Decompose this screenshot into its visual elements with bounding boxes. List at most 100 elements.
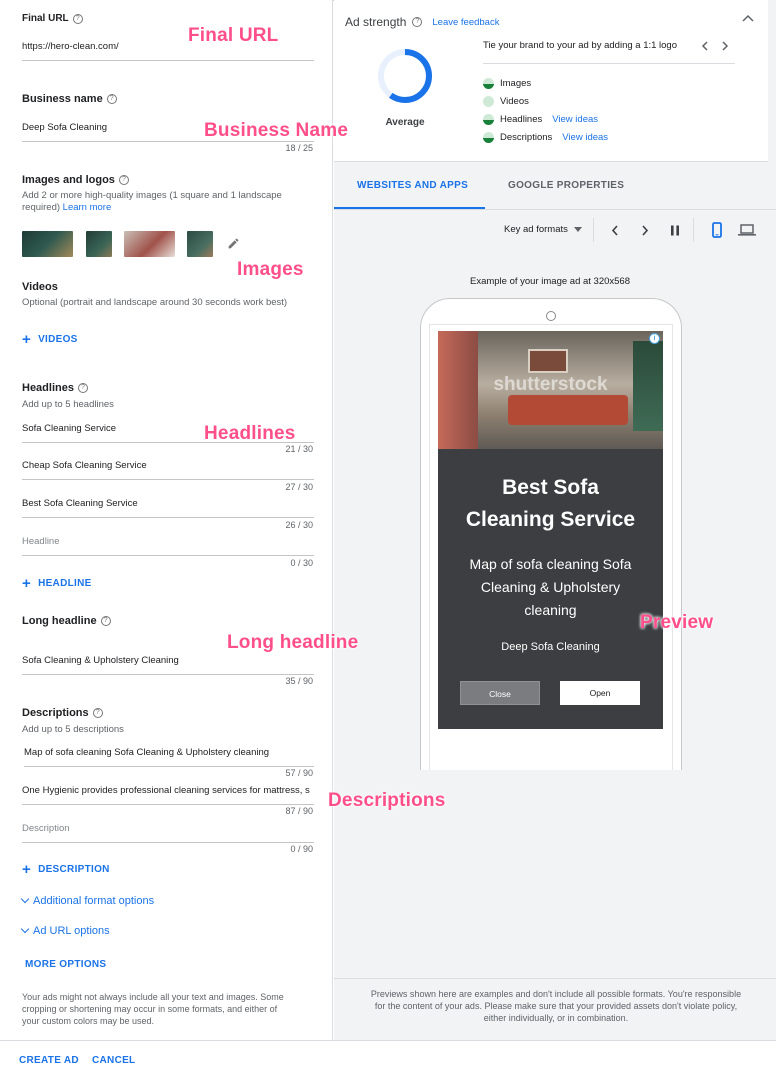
help-icon[interactable]: ?: [118, 175, 129, 185]
sofa: [508, 395, 628, 425]
divider: [334, 978, 776, 979]
ad-strength-header: Ad strength ? Leave feedback: [345, 15, 500, 29]
strength-item-images: Images: [483, 78, 531, 89]
image-ad-preview: shutterstock i Best Sofa Cleaning Servic…: [438, 331, 663, 729]
tab-google-properties[interactable]: GOOGLE PROPERTIES: [508, 180, 624, 191]
key-ad-formats-select[interactable]: Key ad formats: [504, 224, 582, 235]
ad-strength-ring: [378, 49, 432, 103]
annotation-images: Images: [237, 259, 304, 280]
chevron-down-icon: [20, 894, 30, 904]
status-dot-icon: [483, 114, 494, 125]
divider: [483, 63, 735, 64]
active-tab-indicator: [334, 207, 485, 209]
preview-pane: Ad strength ? Leave feedback Average Tie…: [334, 0, 776, 1040]
desktop-device-icon[interactable]: [738, 224, 756, 236]
status-dot-icon: [483, 78, 494, 89]
ad-open-button[interactable]: Open: [560, 681, 640, 705]
description-input-1[interactable]: Map of sofa cleaning Sofa Cleaning & Uph…: [24, 747, 314, 767]
help-icon[interactable]: ?: [100, 616, 111, 626]
strength-item-videos: Videos: [483, 96, 529, 107]
dropdown-arrow-icon: [573, 227, 582, 232]
image-thumbnail[interactable]: [124, 231, 175, 257]
help-icon[interactable]: ?: [106, 94, 117, 104]
help-icon[interactable]: ?: [72, 13, 83, 24]
chevron-down-icon: [20, 924, 30, 934]
preview-caption: Example of your image ad at 320x568: [469, 276, 630, 287]
more-options-button[interactable]: MORE OPTIONS: [25, 959, 106, 970]
view-ideas-link[interactable]: View ideas: [562, 132, 608, 143]
create-ad-button[interactable]: CREATE AD: [19, 1055, 79, 1066]
leave-feedback-link[interactable]: Leave feedback: [432, 17, 499, 28]
description-counter: 87 / 90: [285, 806, 313, 816]
headline-counter: 26 / 30: [285, 520, 313, 530]
watermark-text: shutterstock: [493, 374, 608, 395]
pause-icon[interactable]: [670, 225, 680, 236]
long-headline-label: Long headline ?: [22, 615, 111, 627]
annotation-descriptions: Descriptions: [328, 790, 446, 811]
headline-counter: 27 / 30: [285, 482, 313, 492]
ad-url-options-toggle[interactable]: Ad URL options: [20, 924, 110, 937]
long-headline-input[interactable]: Sofa Cleaning & Upholstery Cleaning: [22, 655, 314, 675]
description-input-empty[interactable]: Description: [22, 823, 314, 843]
toolbar-divider: [693, 218, 694, 242]
annotation-preview: Preview: [640, 612, 714, 633]
edit-pencil-icon[interactable]: [227, 237, 240, 250]
description-counter: 0 / 90: [290, 844, 313, 854]
ad-close-button[interactable]: Close: [460, 681, 540, 705]
headline-input-3[interactable]: Best Sofa Cleaning Service: [22, 498, 314, 518]
descriptions-hint: Add up to 5 descriptions: [22, 724, 124, 735]
description-input-2[interactable]: One Hygienic provides professional clean…: [22, 785, 314, 805]
previous-icon[interactable]: [611, 225, 619, 236]
add-description-button[interactable]: + DESCRIPTION: [22, 860, 110, 878]
headline-input-2[interactable]: Cheap Sofa Cleaning Service: [22, 460, 314, 480]
business-name-counter: 18 / 25: [285, 143, 313, 153]
description-counter: 57 / 90: [285, 768, 313, 778]
headline-counter: 21 / 30: [285, 444, 313, 454]
view-ideas-link[interactable]: View ideas: [552, 114, 598, 125]
annotation-final-url: Final URL: [188, 25, 279, 46]
additional-format-options-toggle[interactable]: Additional format options: [20, 894, 154, 907]
add-headline-button[interactable]: + HEADLINE: [22, 574, 92, 592]
status-dot-icon: [483, 132, 494, 143]
learn-more-link[interactable]: Learn more: [63, 202, 112, 213]
plus-icon: +: [22, 860, 32, 878]
collapse-chevron-icon[interactable]: [742, 14, 754, 24]
toolbar-divider: [593, 218, 594, 242]
asset-form: Final URL ? https://hero-clean.com/ Busi…: [0, 0, 333, 1040]
annotation-long-headline: Long headline: [227, 632, 359, 653]
strength-tip: Tie your brand to your ad by adding a 1:…: [483, 40, 677, 51]
descriptions-label: Descriptions ?: [22, 707, 103, 719]
help-icon[interactable]: ?: [77, 383, 88, 393]
ad-hero-image: shutterstock i: [438, 331, 663, 449]
tab-websites-and-apps[interactable]: WEBSITES AND APPS: [357, 180, 468, 191]
phone-camera: [546, 311, 556, 321]
videos-label: Videos: [22, 281, 58, 293]
image-thumbnail[interactable]: [86, 231, 112, 257]
images-hint: Add 2 or more high-quality images (1 squ…: [22, 190, 282, 213]
help-icon[interactable]: ?: [412, 17, 423, 27]
plus-icon: +: [22, 574, 32, 592]
business-name-label: Business name ?: [22, 93, 117, 105]
painting: [528, 349, 568, 373]
ad-choices-icon[interactable]: i: [649, 333, 660, 344]
annotation-headlines: Headlines: [204, 423, 296, 444]
image-thumbnail[interactable]: [187, 231, 213, 257]
final-url-label: Final URL ?: [22, 13, 83, 24]
strength-item-descriptions: Descriptions View ideas: [483, 132, 608, 143]
add-videos-button[interactable]: + VIDEOS: [22, 330, 78, 348]
mobile-device-icon[interactable]: [712, 222, 722, 238]
chevron-left-icon[interactable]: [701, 41, 709, 51]
next-icon[interactable]: [641, 225, 649, 236]
chevron-right-icon[interactable]: [721, 41, 729, 51]
preview-tabs: WEBSITES AND APPS GOOGLE PROPERTIES: [334, 162, 776, 210]
ad-strength-card: Ad strength ? Leave feedback Average Tie…: [334, 0, 768, 162]
cancel-button[interactable]: CANCEL: [92, 1055, 135, 1066]
headline-counter: 0 / 30: [290, 558, 313, 568]
help-icon[interactable]: ?: [92, 708, 103, 718]
image-thumbnail[interactable]: [22, 231, 73, 257]
headline-input-empty[interactable]: Headline: [22, 536, 314, 556]
ad-description: Map of sofa cleaning Sofa Cleaning & Uph…: [469, 556, 632, 618]
plus-icon: +: [22, 330, 32, 348]
status-dot-icon: [483, 96, 494, 107]
images-label: Images and logos ?: [22, 174, 129, 186]
